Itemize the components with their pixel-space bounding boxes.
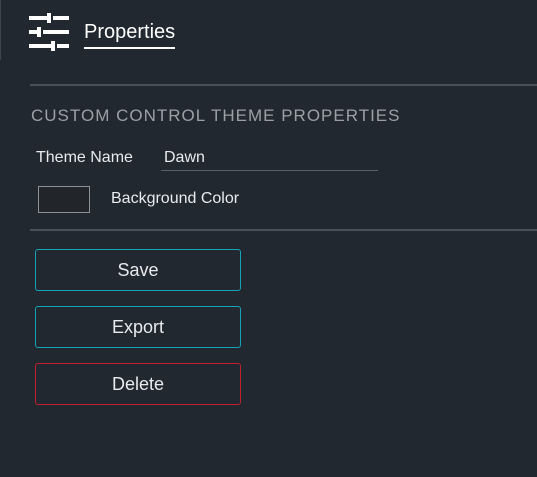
tab-properties[interactable]: Properties (84, 20, 176, 49)
delete-button[interactable]: Delete (35, 363, 241, 405)
background-color-label: Background Color (111, 190, 240, 207)
background-color-swatch[interactable] (38, 186, 90, 213)
export-button[interactable]: Export (35, 306, 241, 348)
header-divider (30, 84, 537, 86)
theme-name-input[interactable] (161, 145, 378, 171)
theme-name-label: Theme Name (36, 149, 133, 166)
sliders-icon (29, 13, 69, 51)
section-divider (30, 229, 537, 231)
properties-panel: Properties CUSTOM CONTROL THEME PROPERTI… (0, 0, 537, 477)
section-title: CUSTOM CONTROL THEME PROPERTIES (31, 106, 401, 125)
panel-header: Properties (0, 0, 537, 86)
save-button[interactable]: Save (35, 249, 241, 291)
